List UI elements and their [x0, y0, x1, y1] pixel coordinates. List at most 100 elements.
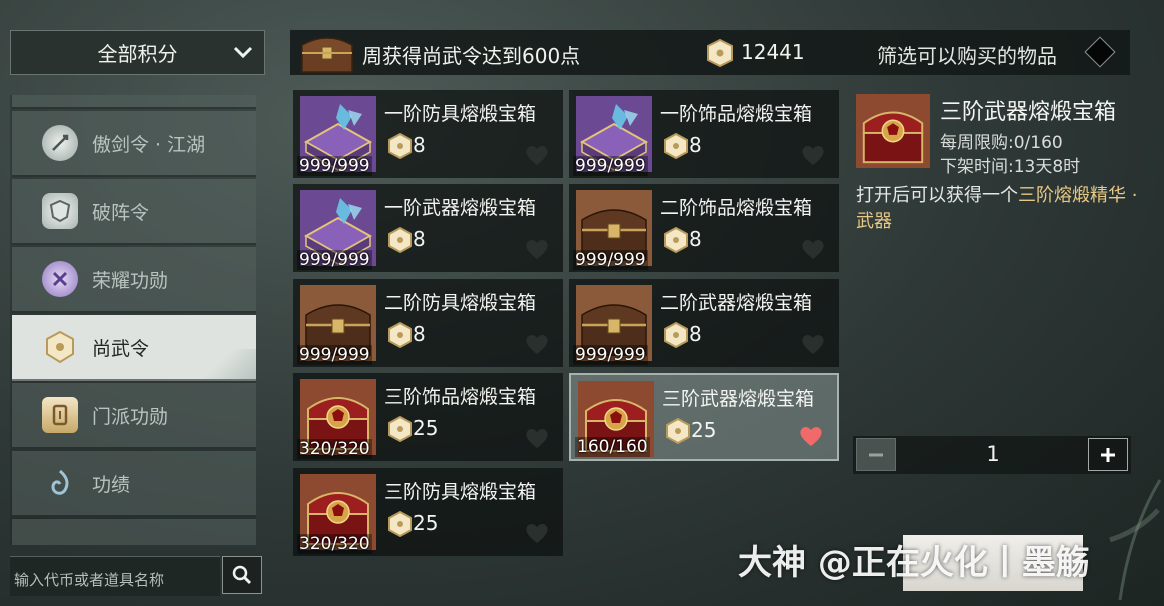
item-price: 8 — [413, 227, 426, 251]
category-item-partial-top — [12, 95, 256, 109]
currency-balance: 12441 — [741, 40, 805, 64]
sword-token-icon — [42, 125, 78, 161]
item-price: 8 — [689, 322, 702, 346]
item-name: 三阶防具熔煅宝箱 — [384, 481, 537, 503]
weekly-goal-title: 周获得尚武令达到600点 — [362, 44, 581, 68]
category-item-gongji[interactable]: 功绩 — [12, 451, 256, 517]
item-name: 二阶武器熔煅宝箱 — [660, 292, 813, 314]
search-icon — [232, 565, 252, 585]
item-card[interactable]: 999/999 一阶饰品熔煅宝箱 8 — [569, 90, 839, 178]
shield-token-icon — [42, 193, 78, 229]
merit-icon — [42, 465, 78, 501]
treasure-chest-icon — [301, 37, 353, 73]
filter-purchasable-label: 筛选可以购买的物品 — [877, 44, 1057, 68]
quantity-increase-button[interactable] — [1088, 438, 1128, 471]
item-card[interactable]: 160/160 三阶武器熔煅宝箱 25 — [569, 373, 839, 461]
heart-icon[interactable] — [524, 521, 550, 545]
item-name: 二阶防具熔煅宝箱 — [384, 292, 537, 314]
category-item-menpai[interactable]: 门派功勋 — [12, 383, 256, 449]
item-stock: 999/999 — [297, 250, 372, 270]
detail-item-image — [856, 94, 930, 168]
heart-filled-icon[interactable] — [798, 424, 824, 448]
category-label: 功绩 — [92, 473, 131, 496]
category-item-pozhen[interactable]: 破阵令 — [12, 179, 256, 245]
item-stock: 999/999 — [573, 345, 648, 365]
item-name: 三阶武器熔煅宝箱 — [662, 388, 815, 410]
shangwu-token-icon — [388, 226, 412, 254]
item-stock: 160/160 — [575, 437, 650, 457]
category-label: 尚武令 — [92, 337, 150, 360]
item-card[interactable]: 320/320 三阶防具熔煅宝箱 25 — [293, 468, 563, 556]
category-label: 荣耀功勋 — [92, 269, 169, 292]
item-name: 一阶饰品熔煅宝箱 — [660, 103, 813, 125]
item-price: 25 — [413, 416, 439, 440]
item-stock: 999/999 — [573, 250, 648, 270]
detail-desc-prefix: 打开后可以获得一个 — [856, 185, 1018, 206]
item-card[interactable]: 999/999 二阶饰品熔煅宝箱 8 — [569, 184, 839, 272]
heart-icon[interactable] — [524, 143, 550, 167]
heart-icon[interactable] — [524, 332, 550, 356]
heart-icon[interactable] — [800, 143, 826, 167]
shangwu-token-icon — [388, 321, 412, 349]
item-price: 8 — [689, 133, 702, 157]
item-name: 一阶防具熔煅宝箱 — [384, 103, 537, 125]
honor-medal-icon — [42, 261, 78, 297]
shangwu-token-icon — [388, 132, 412, 160]
search-input[interactable]: 输入代币或者道具名称 — [10, 556, 220, 596]
quantity-decrease-button[interactable] — [856, 438, 896, 471]
item-price: 8 — [689, 227, 702, 251]
shangwu-token-icon — [666, 417, 690, 445]
heart-icon[interactable] — [524, 426, 550, 450]
item-stock: 999/999 — [573, 156, 648, 176]
shangwu-token-icon — [664, 226, 688, 254]
category-item-shangwu[interactable]: 尚武令 — [12, 315, 256, 381]
shangwu-token-icon — [707, 38, 733, 68]
detail-description: 打开后可以获得一个三阶熔煅精华 · 武器 — [856, 183, 1146, 235]
item-price: 8 — [413, 133, 426, 157]
item-card[interactable]: 999/999 一阶防具熔煅宝箱 8 — [293, 90, 563, 178]
category-label: 门派功勋 — [92, 405, 169, 428]
item-stock: 999/999 — [297, 345, 372, 365]
item-stock: 999/999 — [297, 156, 372, 176]
item-price: 8 — [413, 322, 426, 346]
watermark-text: 大神 @正在火化丨墨觞 — [738, 543, 1090, 583]
heart-icon[interactable] — [524, 237, 550, 261]
category-item-partial-bottom — [12, 519, 256, 545]
shangwu-token-icon — [388, 510, 412, 538]
item-price: 25 — [413, 511, 439, 535]
item-price: 25 — [691, 418, 717, 442]
detail-weekly-limit: 每周限购:0/160 — [940, 133, 1063, 153]
item-stock: 320/320 — [297, 439, 372, 459]
shangwu-token-icon — [42, 329, 78, 365]
heart-icon[interactable] — [800, 237, 826, 261]
plus-icon — [1101, 447, 1115, 462]
detail-delist-time: 下架时间:13天8时 — [940, 157, 1081, 177]
chevron-down-icon — [233, 46, 253, 59]
sect-medal-icon — [42, 397, 78, 433]
category-item-aojian[interactable]: 傲剑令 · 江湖 — [12, 111, 256, 177]
item-card[interactable]: 999/999 一阶武器熔煅宝箱 8 — [293, 184, 563, 272]
shangwu-token-icon — [664, 132, 688, 160]
bamboo-leaf-decoration — [1109, 479, 1162, 601]
category-list[interactable]: 傲剑令 · 江湖 破阵令 荣耀功勋 尚武令 门派功勋 功绩 — [10, 95, 256, 545]
category-item-rongyao[interactable]: 荣耀功勋 — [12, 247, 256, 313]
item-card[interactable]: 999/999 二阶武器熔煅宝箱 8 — [569, 279, 839, 367]
quantity-value[interactable]: 1 — [970, 442, 1016, 466]
shangwu-token-icon — [388, 415, 412, 443]
category-label: 傲剑令 · 江湖 — [92, 133, 206, 156]
shangwu-token-icon — [664, 321, 688, 349]
item-card[interactable]: 320/320 三阶饰品熔煅宝箱 25 — [293, 373, 563, 461]
minus-icon — [869, 453, 883, 456]
search-button[interactable] — [222, 556, 262, 594]
detail-item-name: 三阶武器熔煅宝箱 — [940, 100, 1117, 125]
item-stock: 320/320 — [297, 534, 372, 554]
item-name: 二阶饰品熔煅宝箱 — [660, 197, 813, 219]
search-placeholder: 输入代币或者道具名称 — [14, 571, 165, 589]
item-name: 一阶武器熔煅宝箱 — [384, 197, 537, 219]
heart-icon[interactable] — [800, 332, 826, 356]
item-card[interactable]: 999/999 二阶防具熔煅宝箱 8 — [293, 279, 563, 367]
category-label: 破阵令 — [92, 201, 150, 224]
category-dropdown[interactable]: 全部积分 — [10, 30, 265, 75]
dropdown-label: 全部积分 — [97, 42, 178, 66]
item-name: 三阶饰品熔煅宝箱 — [384, 386, 537, 408]
